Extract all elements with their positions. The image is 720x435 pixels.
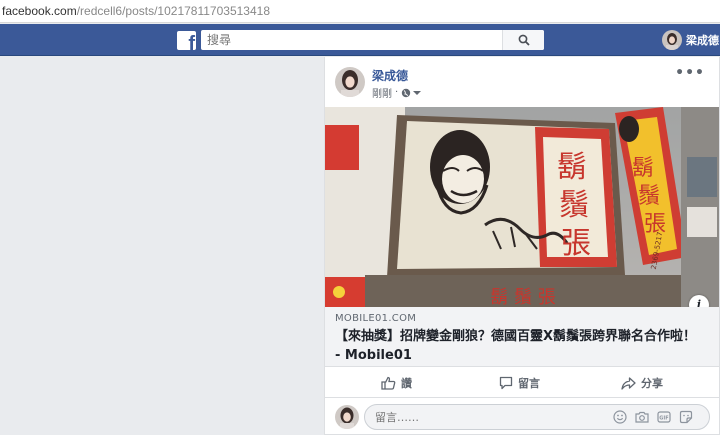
post-options-button[interactable]: ••• bbox=[675, 65, 705, 81]
comment-button[interactable]: 留言 bbox=[499, 368, 540, 398]
header-profile-link[interactable]: 梁成德 bbox=[662, 29, 719, 51]
commenter-avatar bbox=[335, 405, 359, 429]
sign-main-char-2: 鬚 bbox=[559, 188, 589, 223]
search-input[interactable] bbox=[201, 31, 502, 49]
address-bar[interactable]: facebook.com/redcell6/posts/102178117035… bbox=[0, 0, 720, 23]
post-meta: 剛剛 · bbox=[372, 85, 422, 100]
emoji-icon[interactable] bbox=[613, 410, 627, 424]
link-domain: MOBILE01.COM bbox=[335, 313, 417, 324]
facebook-logo[interactable]: f bbox=[177, 31, 196, 50]
link-preview-box[interactable]: MOBILE01.COM 【來抽獎】招牌變金剛狼？德國百靈X鬍鬚張跨界聯名合作啦… bbox=[325, 307, 719, 367]
sign-side-char-1: 鬍 bbox=[632, 156, 654, 181]
post-card: 梁成德 剛剛 · ••• 鬍 鬚 張 鬍 鬚 張 2369-5217 鬍 鬚 張… bbox=[324, 57, 720, 435]
url-path: /redcell6/posts/10217811703513418 bbox=[76, 4, 270, 18]
comment-composer: GIF bbox=[325, 400, 719, 435]
comment-label: 留言 bbox=[518, 377, 540, 390]
comment-input[interactable] bbox=[365, 405, 605, 429]
sign-main-char-1: 鬍 bbox=[557, 150, 587, 185]
like-button[interactable]: 讚 bbox=[381, 368, 412, 398]
sign-main-char-3: 張 bbox=[561, 226, 591, 261]
post-actions: 讚 留言 分享 bbox=[325, 368, 719, 398]
chevron-down-icon[interactable] bbox=[413, 90, 422, 96]
post-header: 梁成德 剛剛 · ••• bbox=[325, 57, 719, 107]
like-label: 讚 bbox=[401, 377, 412, 390]
author-avatar[interactable] bbox=[335, 67, 365, 97]
globe-icon[interactable] bbox=[401, 88, 411, 98]
link-preview-image[interactable]: 鬍 鬚 張 鬍 鬚 張 2369-5217 鬍 鬚 張 bbox=[325, 107, 719, 307]
thumbs-up-icon bbox=[381, 376, 396, 390]
share-icon bbox=[621, 376, 636, 390]
header-profile-name: 梁成德 bbox=[686, 34, 719, 47]
facebook-header: f 梁成德 bbox=[0, 24, 720, 56]
sign-bottom: 鬍 鬚 張 bbox=[490, 286, 555, 307]
svg-text:GIF: GIF bbox=[659, 416, 668, 422]
post-time[interactable]: 剛剛 bbox=[372, 85, 392, 100]
sticker-icon[interactable] bbox=[679, 410, 693, 424]
share-label: 分享 bbox=[641, 377, 663, 390]
author-name[interactable]: 梁成德 bbox=[372, 67, 408, 84]
sign-side-char-2: 鬚 bbox=[638, 184, 660, 209]
link-title[interactable]: 【來抽獎】招牌變金剛狼？德國百靈X鬍鬚張跨界聯名合作啦！ - Mobile01 bbox=[335, 327, 705, 365]
comment-field-container: GIF bbox=[364, 404, 710, 430]
logo-letter: f bbox=[188, 33, 195, 50]
url-domain: facebook.com bbox=[2, 4, 77, 18]
share-button[interactable]: 分享 bbox=[621, 368, 663, 398]
header-avatar bbox=[662, 30, 682, 50]
search-button[interactable] bbox=[502, 30, 544, 50]
gif-icon[interactable]: GIF bbox=[657, 410, 671, 424]
search-icon bbox=[518, 34, 530, 46]
search-bar bbox=[201, 30, 544, 50]
camera-icon[interactable] bbox=[635, 410, 649, 424]
comment-icon bbox=[499, 376, 513, 390]
